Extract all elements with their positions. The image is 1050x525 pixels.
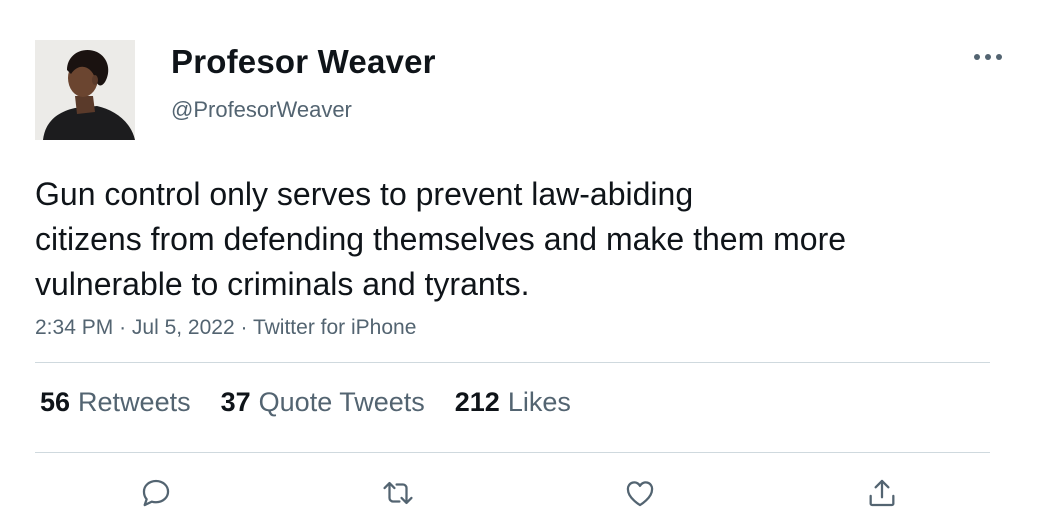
tweet-text-line: vulnerable to criminals and tyrants.: [35, 266, 530, 302]
tweet-date[interactable]: Jul 5, 2022: [132, 316, 235, 339]
tweet-text-line: citizens from defending themselves and m…: [35, 221, 847, 257]
tweet-card: Profesor Weaver @ProfesorWeaver Gun cont…: [0, 0, 1050, 525]
like-icon[interactable]: [620, 473, 660, 513]
profile-photo: [35, 40, 135, 140]
tweet-stats: 56 Retweets 37 Quote Tweets 212 Likes: [40, 387, 571, 418]
tweet-source[interactable]: Twitter for iPhone: [253, 316, 416, 339]
user-handle[interactable]: @ProfesorWeaver: [171, 97, 352, 123]
tweet-text: Gun control only serves to prevent law-a…: [35, 172, 995, 307]
tweet-time[interactable]: 2:34 PM: [35, 316, 113, 339]
likes-count: 212: [454, 387, 500, 417]
quote-tweets-stat[interactable]: 37 Quote Tweets: [221, 387, 425, 418]
tweet-metadata: 2:34 PM · Jul 5, 2022 · Twitter for iPho…: [35, 316, 416, 340]
display-name[interactable]: Profesor Weaver: [171, 43, 436, 81]
divider: [35, 362, 990, 363]
share-icon[interactable]: [862, 473, 902, 513]
retweet-icon[interactable]: [378, 473, 418, 513]
retweets-label: Retweets: [78, 387, 191, 417]
more-options-icon[interactable]: [968, 44, 1008, 70]
likes-label: Likes: [507, 387, 571, 417]
reply-icon[interactable]: [136, 473, 176, 513]
quote-tweets-count: 37: [220, 387, 251, 417]
likes-stat[interactable]: 212 Likes: [455, 387, 571, 418]
avatar[interactable]: [35, 40, 135, 140]
retweets-count: 56: [40, 387, 71, 417]
separator: ·: [119, 316, 127, 339]
separator: ·: [240, 316, 248, 339]
retweets-stat[interactable]: 56 Retweets: [40, 387, 191, 418]
tweet-text-line: Gun control only serves to prevent law-a…: [35, 176, 694, 212]
divider: [35, 452, 990, 453]
quote-tweets-label: Quote Tweets: [258, 387, 425, 417]
